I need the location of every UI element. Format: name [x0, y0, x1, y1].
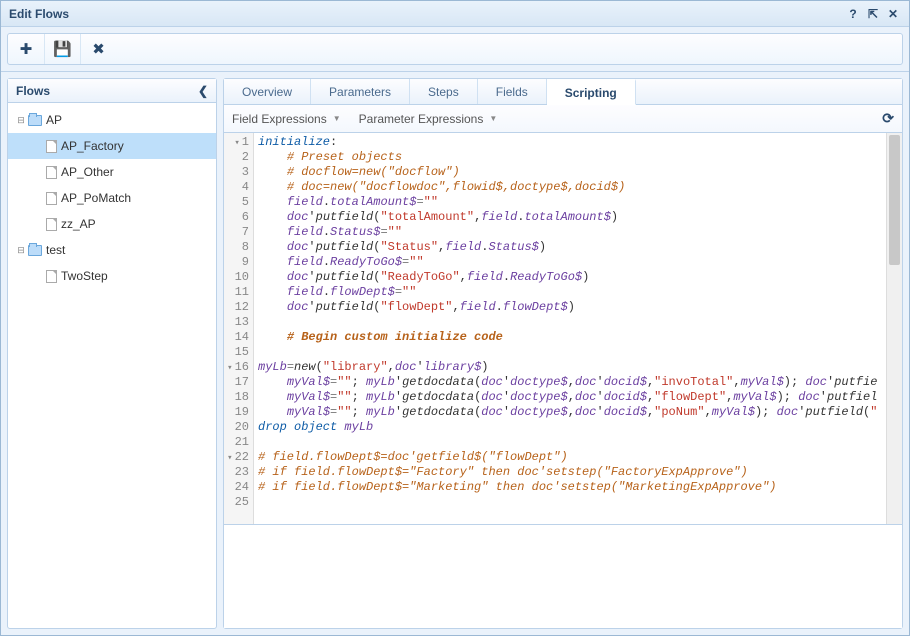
main-toolbar-wrap: ✚ 💾 ✖ — [1, 27, 909, 72]
field-expressions-dropdown[interactable]: Field Expressions ▼ — [232, 112, 341, 126]
output-panel — [224, 524, 902, 628]
editor-panel: OverviewParametersStepsFieldsScripting F… — [223, 78, 903, 629]
close-button[interactable]: ✕ — [885, 6, 901, 22]
tree-file[interactable]: AP_PoMatch — [8, 185, 216, 211]
flows-sidebar: Flows ❮ ⊟ AP AP_Factory AP_Other AP_PoMatch… — [7, 78, 217, 629]
tree-item-label: TwoStep — [61, 269, 108, 283]
window-title: Edit Flows — [9, 7, 69, 21]
tree-file[interactable]: TwoStep — [8, 263, 216, 289]
folder-icon — [28, 115, 42, 126]
tab-steps[interactable]: Steps — [410, 79, 478, 104]
save-button[interactable]: 💾 — [44, 34, 80, 64]
save-icon: 💾 — [53, 40, 72, 58]
titlebar[interactable]: Edit Flows ? ⇱ ✕ — [1, 1, 909, 27]
parameter-expressions-dropdown[interactable]: Parameter Expressions ▼ — [359, 112, 498, 126]
chevron-down-icon: ▼ — [333, 114, 341, 123]
field-expressions-label: Field Expressions — [232, 112, 327, 126]
refresh-button[interactable]: ⟳ — [882, 110, 894, 127]
help-button[interactable]: ? — [845, 6, 861, 22]
tree-file[interactable]: zz_AP — [8, 211, 216, 237]
parameter-expressions-label: Parameter Expressions — [359, 112, 484, 126]
collapse-sidebar-button[interactable]: ❮ — [198, 84, 208, 98]
tree-item-label: AP_Factory — [61, 139, 124, 153]
refresh-icon: ⟳ — [882, 110, 894, 126]
pin-button[interactable]: ⇱ — [865, 6, 881, 22]
file-icon — [46, 270, 57, 283]
tab-scripting[interactable]: Scripting — [547, 79, 636, 105]
line-gutter: 1234567891011121314151617181920212223242… — [224, 133, 254, 524]
file-icon — [46, 192, 57, 205]
add-button[interactable]: ✚ — [8, 34, 44, 64]
tree-folder[interactable]: ⊟ test — [8, 237, 216, 263]
plus-icon: ✚ — [20, 40, 33, 58]
tab-parameters[interactable]: Parameters — [311, 79, 410, 104]
code-editor[interactable]: 1234567891011121314151617181920212223242… — [224, 133, 902, 524]
flow-tree[interactable]: ⊟ AP AP_Factory AP_Other AP_PoMatch zz_AP ⊟ t… — [8, 103, 216, 628]
tree-item-label: test — [46, 243, 65, 257]
close-icon: ✖ — [92, 40, 105, 58]
tree-item-label: AP_PoMatch — [61, 191, 131, 205]
horizontal-scrollbar[interactable] — [254, 508, 886, 524]
code-area[interactable]: initialize: # Preset objects # docflow=n… — [254, 133, 886, 508]
tree-file[interactable]: AP_Other — [8, 159, 216, 185]
edit-flows-window: Edit Flows ? ⇱ ✕ ✚ 💾 ✖ Flows ❮ ⊟ AP AP_Fa… — [0, 0, 910, 636]
tree-item-label: AP — [46, 113, 62, 127]
clear-button[interactable]: ✖ — [80, 34, 116, 64]
tree-file[interactable]: AP_Factory — [8, 133, 216, 159]
main-body: Flows ❮ ⊟ AP AP_Factory AP_Other AP_PoMatch… — [1, 72, 909, 635]
chevron-down-icon: ▼ — [489, 114, 497, 123]
sidebar-title: Flows — [16, 84, 50, 98]
tab-fields[interactable]: Fields — [478, 79, 547, 104]
sidebar-header: Flows ❮ — [8, 79, 216, 103]
vertical-scrollbar[interactable] — [886, 133, 902, 524]
tree-item-label: AP_Other — [61, 165, 114, 179]
file-icon — [46, 166, 57, 179]
scripting-subbar: Field Expressions ▼ Parameter Expression… — [224, 105, 902, 133]
file-icon — [46, 218, 57, 231]
main-toolbar: ✚ 💾 ✖ — [7, 33, 903, 65]
file-icon — [46, 140, 57, 153]
tab-overview[interactable]: Overview — [224, 79, 311, 104]
folder-icon — [28, 245, 42, 256]
tree-item-label: zz_AP — [61, 217, 96, 231]
tree-folder[interactable]: ⊟ AP — [8, 107, 216, 133]
tabs: OverviewParametersStepsFieldsScripting — [224, 79, 902, 105]
